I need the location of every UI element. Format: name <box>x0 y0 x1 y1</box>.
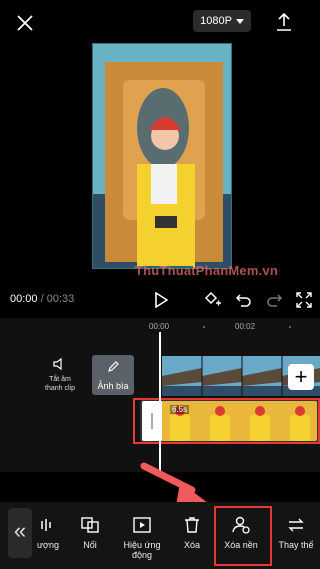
time-display: 00:00 / 00:33 <box>10 293 74 305</box>
add-clip-button[interactable]: + <box>288 364 314 390</box>
mute-label-line2: thanh clip <box>45 385 75 392</box>
tool-join[interactable]: Nối <box>60 516 120 550</box>
close-icon[interactable] <box>10 8 40 38</box>
tool-label-line2: động <box>131 550 153 560</box>
video-preview[interactable] <box>92 43 232 269</box>
mute-label-line1: Tắt âm <box>49 376 71 383</box>
watermark: ThuThuatPhanMem.vn <box>135 263 278 278</box>
tool-replace[interactable]: Thay thế <box>266 516 320 550</box>
ruler-label: 00:00 <box>149 322 170 331</box>
keyframe-icon[interactable] <box>202 289 224 311</box>
highlight-box-tool <box>214 506 272 566</box>
mute-clip-audio-button[interactable]: Tắt âm thanh clip <box>42 357 78 393</box>
play-icon[interactable] <box>150 289 172 311</box>
tool-label: Thay thế <box>278 540 314 550</box>
ruler-label: 00:02 <box>235 322 256 331</box>
export-icon[interactable] <box>270 8 298 36</box>
ruler-tick <box>203 326 205 328</box>
resolution-dropdown[interactable]: 1080P <box>193 10 251 32</box>
tool-label: Nối <box>83 540 97 550</box>
chevron-down-icon <box>235 18 244 24</box>
redo-icon[interactable] <box>263 289 285 311</box>
time-separator: / <box>37 293 47 305</box>
highlight-box-track <box>133 398 320 444</box>
cover-label: Ảnh bìa <box>97 381 129 391</box>
fullscreen-icon[interactable] <box>293 289 315 311</box>
cover-button[interactable]: Ảnh bìa <box>92 355 134 395</box>
resolution-label: 1080P <box>200 15 232 27</box>
ruler-tick <box>289 326 291 328</box>
total-time: 00:33 <box>46 293 75 305</box>
playhead[interactable] <box>159 332 161 474</box>
undo-icon[interactable] <box>233 289 255 311</box>
current-time: 00:00 <box>10 293 38 305</box>
